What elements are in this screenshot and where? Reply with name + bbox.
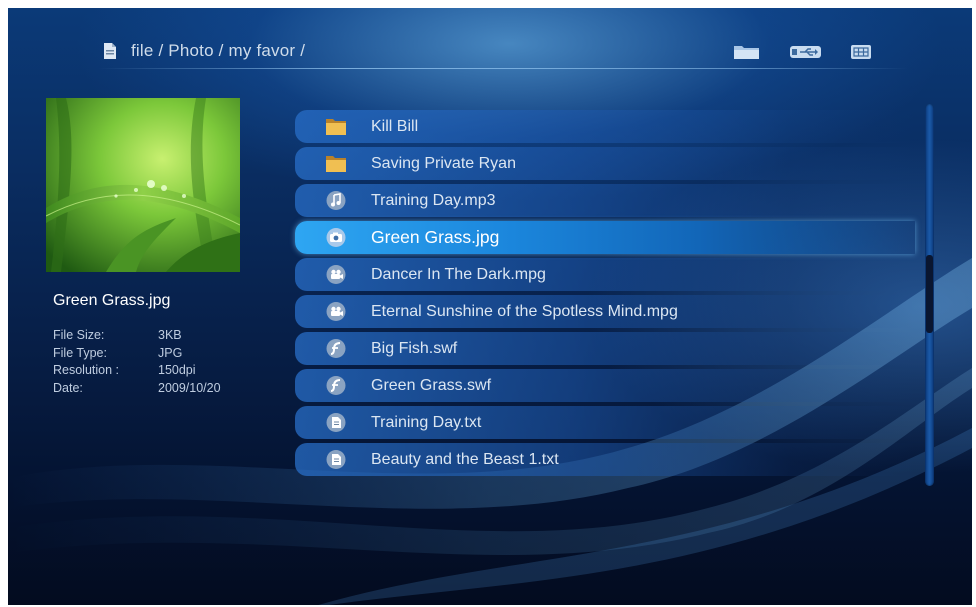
grid-view-icon[interactable] (850, 44, 872, 60)
video-icon (326, 302, 346, 321)
list-item-training-day-mp3[interactable]: Training Day.mp3 (295, 184, 915, 217)
document-icon (104, 43, 116, 59)
list-item-green-grass-swf[interactable]: Green Grass.swf (295, 369, 915, 402)
list-item-beauty-and-the-beast[interactable]: Beauty and the Beast 1.txt (295, 443, 915, 476)
flash-icon (326, 376, 346, 395)
header-divider (98, 68, 908, 69)
detail-label: Date: (53, 380, 83, 395)
list-item-saving-private-ryan[interactable]: Saving Private Ryan (295, 147, 915, 180)
list-item-label: Eternal Sunshine of the Spotless Mind.mp… (371, 303, 678, 320)
list-item-label: Green Grass.jpg (371, 227, 500, 247)
list-item-big-fish-swf[interactable]: Big Fish.swf (295, 332, 915, 365)
detail-value: 150dpi (158, 363, 196, 377)
breadcrumb-path: file / Photo / my favor / (131, 41, 306, 60)
detail-row-size: File Size: 3KB (53, 327, 221, 345)
media-browser-screen: file / Photo / my favor / Green Grass.jp… (8, 8, 972, 605)
list-item-green-grass-jpg[interactable]: Green Grass.jpg (295, 221, 915, 254)
usb-icon[interactable] (789, 44, 822, 60)
list-item-label: Kill Bill (371, 118, 419, 135)
list-item-label: Big Fish.swf (371, 340, 458, 357)
detail-row-date: Date: 2009/10/20 (53, 380, 221, 398)
detail-value: 3KB (158, 328, 182, 342)
selected-file-name: Green Grass.jpg (53, 292, 171, 309)
flash-icon (326, 339, 346, 358)
detail-label: File Type: (53, 345, 107, 360)
folder-icon[interactable] (733, 44, 760, 60)
detail-value: JPG (158, 345, 183, 360)
list-item-label: Saving Private Ryan (371, 155, 516, 172)
camera-icon (326, 228, 346, 247)
list-item-label: Training Day.mp3 (371, 192, 496, 209)
detail-row-resolution: Resolution : 150dpi (53, 362, 221, 380)
scrollbar-thumb[interactable] (926, 255, 933, 333)
folder-icon (326, 156, 346, 172)
list-item-training-day-txt[interactable]: Training Day.txt (295, 406, 915, 439)
video-icon (326, 265, 346, 284)
folder-icon (326, 119, 346, 135)
detail-row-type: File Type: JPG (53, 345, 221, 363)
detail-label: File Size: (53, 328, 105, 342)
music-icon (326, 191, 346, 210)
text-file-icon (326, 450, 346, 469)
preview-thumbnail (46, 98, 240, 272)
list-item-label: Green Grass.swf (371, 377, 492, 394)
detail-value: 2009/10/20 (158, 380, 221, 395)
list-item-eternal-sunshine[interactable]: Eternal Sunshine of the Spotless Mind.mp… (295, 295, 915, 328)
file-list: Kill Bill Saving Private Ryan Training D… (295, 110, 915, 480)
list-item-label: Training Day.txt (371, 414, 482, 431)
detail-label: Resolution : (53, 363, 120, 377)
file-details: File Size: 3KB File Type: JPG Resolution… (53, 327, 221, 397)
list-item-label: Beauty and the Beast 1.txt (371, 451, 559, 468)
list-item-dancer-in-the-dark[interactable]: Dancer In The Dark.mpg (295, 258, 915, 291)
list-item-label: Dancer In The Dark.mpg (371, 266, 546, 283)
breadcrumb[interactable]: file / Photo / my favor / (103, 38, 305, 64)
list-item-kill-bill[interactable]: Kill Bill (295, 110, 915, 143)
text-file-icon (326, 413, 346, 432)
